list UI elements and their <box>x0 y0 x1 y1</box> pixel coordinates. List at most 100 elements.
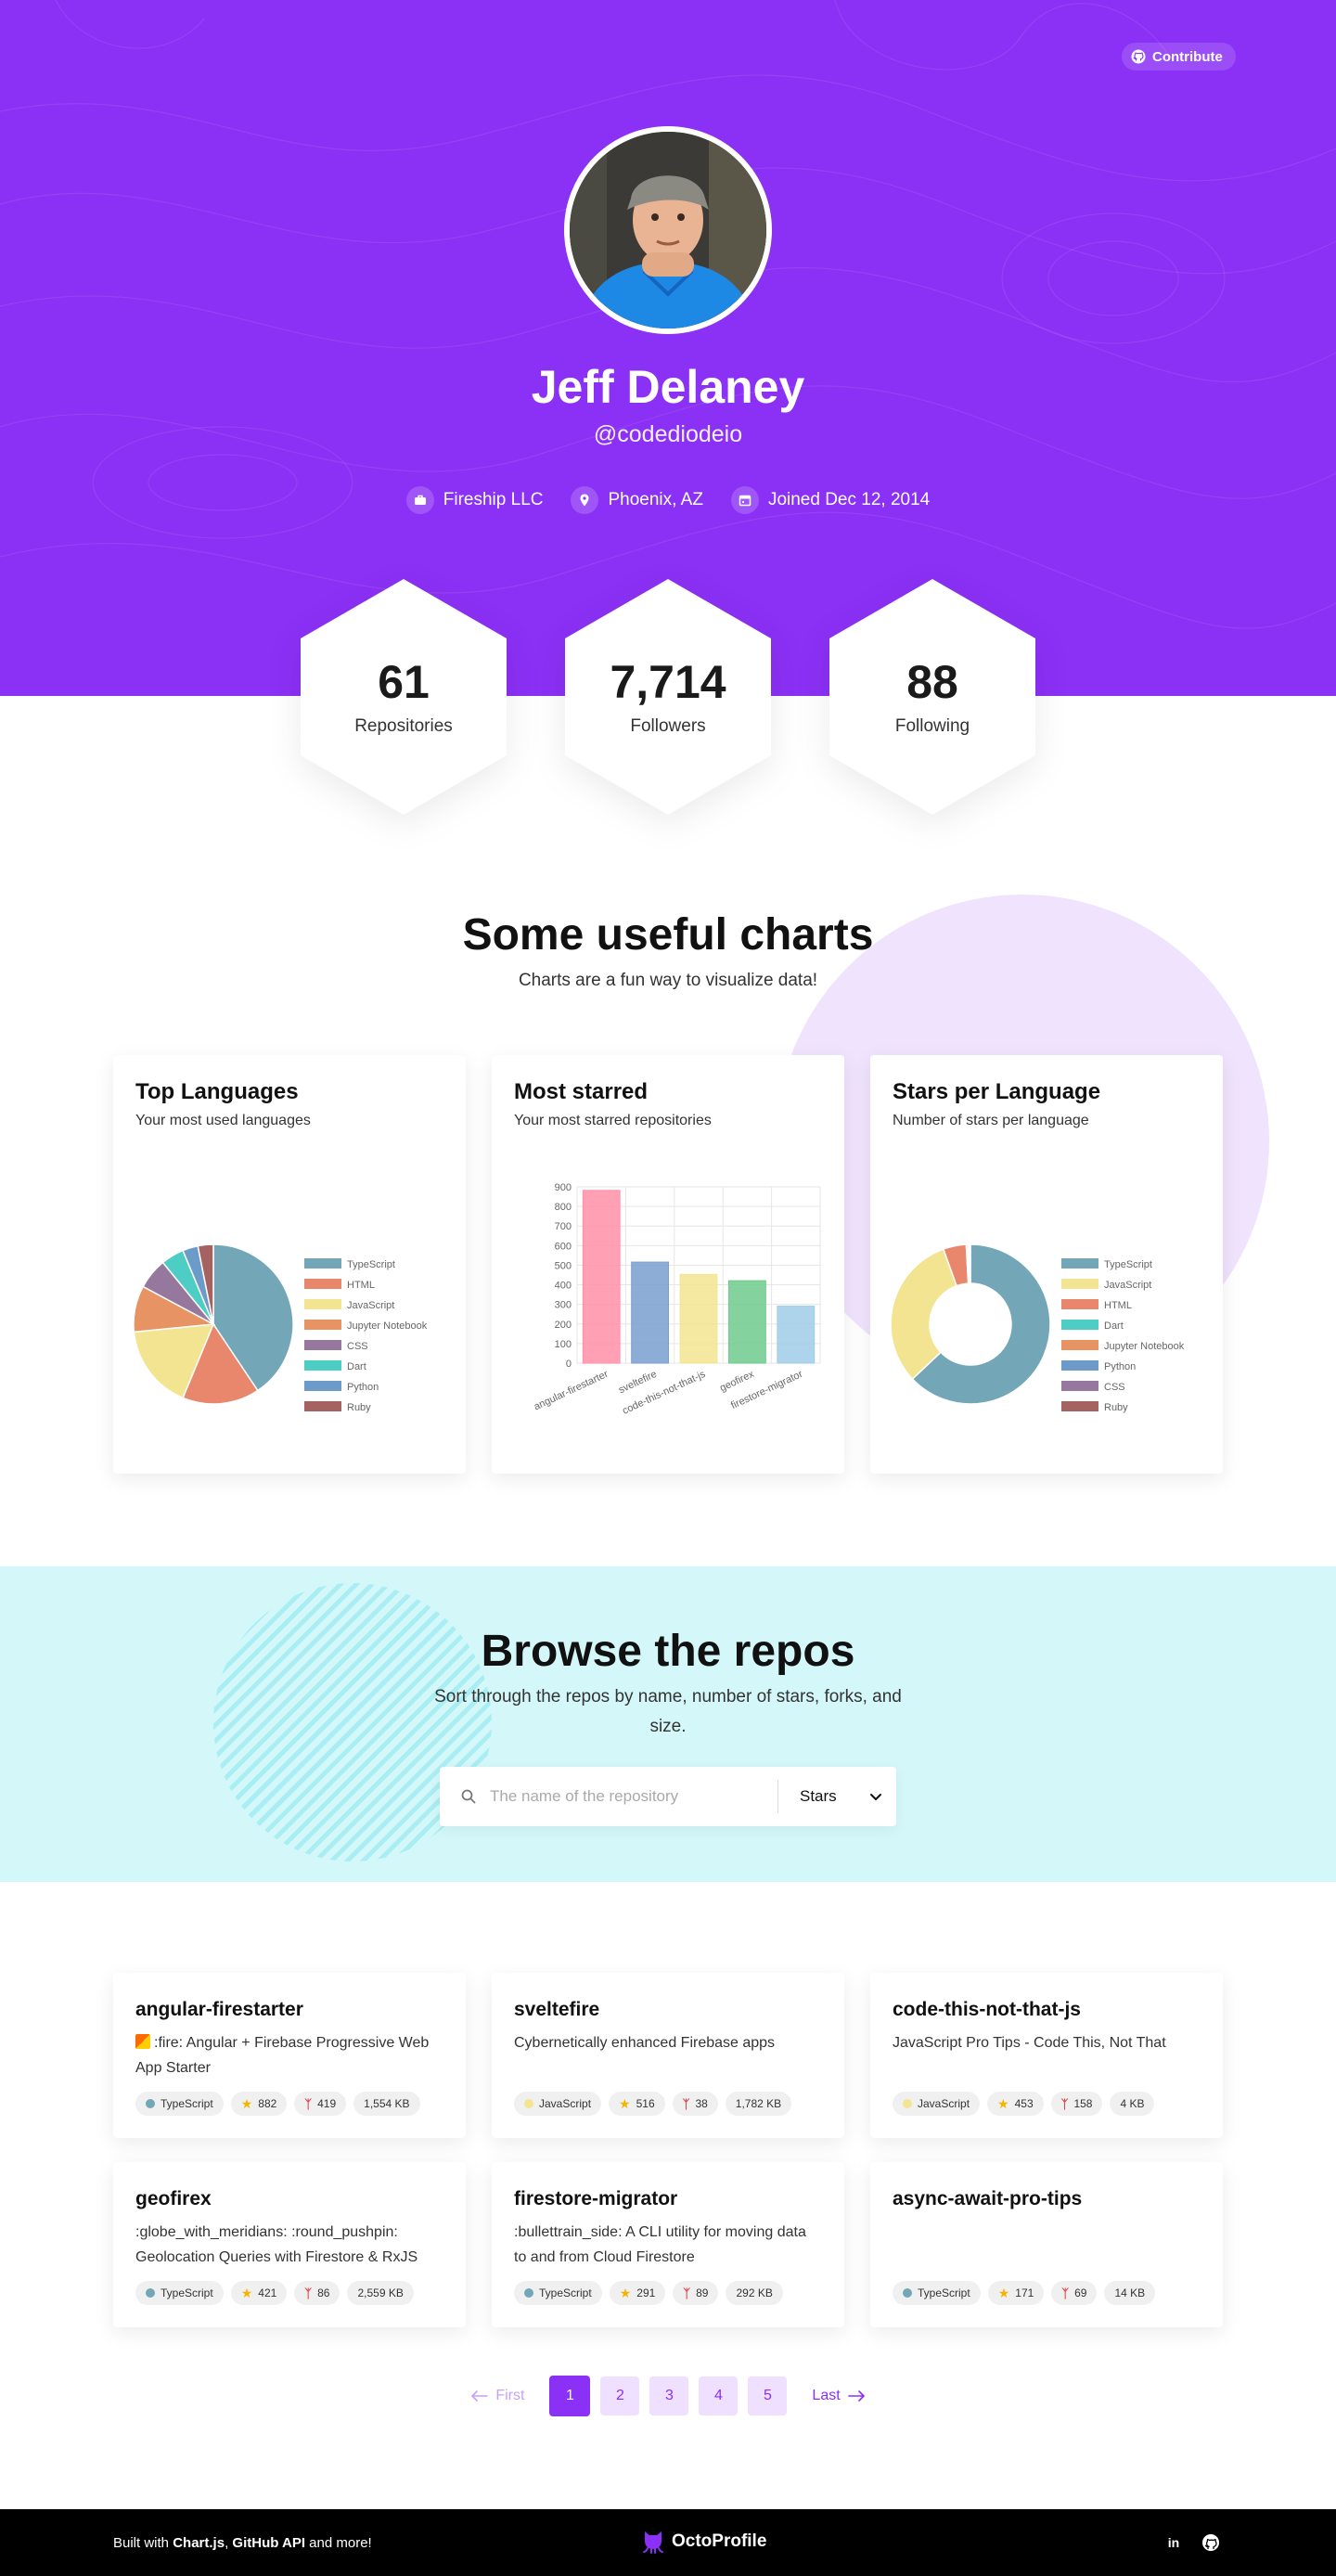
repo-card[interactable]: async-await-pro-tips TypeScript ★ 171 ᛉ 69… <box>870 2162 1223 2327</box>
charts-section: Some useful charts Charts are a fun way … <box>0 696 1336 1684</box>
y-tick-label: 200 <box>555 1320 572 1331</box>
language-color-dot <box>903 2288 912 2298</box>
chart-title: Stars per Language <box>893 1079 1101 1104</box>
pagination-last[interactable]: Last <box>797 2388 879 2404</box>
chevron-down-icon <box>870 1794 881 1800</box>
repo-name[interactable]: async-await-pro-tips <box>893 2188 1082 2210</box>
repo-stats: JavaScript ★ 453 ᛉ 158 4 KB <box>893 2092 1155 2116</box>
profile-meta: Fireship LLC Phoenix, AZ Joined Dec 12, … <box>0 486 1336 514</box>
page-button-2[interactable]: 2 <box>600 2376 640 2415</box>
forks-count: 38 <box>695 2097 708 2110</box>
legend-label: Dart <box>347 1361 366 1372</box>
repo-stats: TypeScript ★ 421 ᛉ 86 2,559 KB <box>135 2281 414 2305</box>
size-badge: 4 KB <box>1110 2092 1155 2116</box>
stars-badge: ★ 453 <box>987 2092 1044 2116</box>
built-suffix: and more! <box>305 2535 372 2551</box>
github-link[interactable] <box>1200 2531 1222 2554</box>
legend-swatch <box>304 1320 341 1330</box>
language-color-dot <box>146 2288 155 2298</box>
size-text: 1,554 KB <box>364 2097 410 2110</box>
y-tick-label: 800 <box>555 1202 572 1213</box>
legend-label: Python <box>1104 1361 1136 1372</box>
legend-swatch <box>1061 1360 1098 1371</box>
legend-swatch <box>304 1299 341 1309</box>
legend-swatch <box>1061 1258 1098 1269</box>
chart-subtitle: Your most used languages <box>135 1113 311 1128</box>
last-label: Last <box>812 2388 841 2403</box>
stars-count: 421 <box>258 2286 277 2299</box>
legend-swatch <box>304 1401 341 1411</box>
legend-swatch <box>1061 1401 1098 1411</box>
repo-name[interactable]: angular-firestarter <box>135 1999 303 2021</box>
repo-card[interactable]: geofirex :globe_with_meridians: :round_p… <box>113 2162 466 2327</box>
size-text: 292 KB <box>736 2286 773 2299</box>
bar-angular-firestarter <box>582 1190 621 1364</box>
repo-description-text: :fire: Angular + Firebase Progressive We… <box>135 2035 430 2076</box>
repo-name[interactable]: code-this-not-that-js <box>893 1999 1081 2021</box>
built-prefix: Built with <box>113 2535 173 2551</box>
stars-badge: ★ 421 <box>230 2281 288 2305</box>
fork-icon: ᛉ <box>683 2286 691 2300</box>
y-tick-label: 500 <box>555 1260 572 1271</box>
stars-badge: ★ 171 <box>987 2281 1045 2305</box>
legend-swatch <box>304 1360 341 1371</box>
fire-emoji-icon <box>135 2034 150 2049</box>
page-button-3[interactable]: 3 <box>649 2376 689 2415</box>
legend-swatch <box>1061 1320 1098 1330</box>
star-icon: ★ <box>619 2095 631 2111</box>
bar-sveltefire <box>631 1261 670 1364</box>
browse-section: Browse the repos Sort through the repos … <box>0 1566 1336 1882</box>
forks-count: 419 <box>317 2097 337 2110</box>
search-icon <box>461 1789 476 1804</box>
fork-icon: ᛉ <box>304 2096 313 2111</box>
language-text: TypeScript <box>918 2286 970 2299</box>
most-starred-bar-chart: 0 100 200 300 400 500 600 700 800 900 angular-fire… <box>533 1182 821 1417</box>
page-button-5[interactable]: 5 <box>748 2376 788 2415</box>
brand-logo[interactable]: OctoProfile <box>642 2530 766 2554</box>
page-button-1[interactable]: 1 <box>549 2376 591 2416</box>
fork-icon: ᛉ <box>682 2096 690 2111</box>
legend-label: Dart <box>1104 1320 1124 1332</box>
repo-stats: TypeScript ★ 882 ᛉ 419 1,554 KB <box>135 2092 420 2116</box>
stars-per-language-doughnut-chart: TypeScript JavaScript HTML Dart Jupyter Note… <box>890 1243 1185 1413</box>
forks-badge: ᛉ 69 <box>1051 2281 1098 2305</box>
sort-select[interactable]: Stars <box>800 1767 883 1826</box>
stars-badge: ★ 516 <box>609 2092 665 2116</box>
legend-label: Jupyter Notebook <box>1104 1341 1185 1352</box>
contribute-button[interactable]: Contribute <box>1122 43 1236 71</box>
repo-description-text: :bullettrain_side: A CLI utility for mov… <box>514 2224 806 2265</box>
forks-badge: ᛉ 38 <box>672 2092 718 2116</box>
company-text: Fireship LLC <box>443 490 544 509</box>
top-languages-pie-chart: TypeScript HTML JavaScript Jupyter Notebook… <box>133 1243 428 1413</box>
github-api-link[interactable]: GitHub API <box>232 2535 305 2551</box>
pagination-first[interactable]: First <box>456 2388 539 2404</box>
arrow-left-icon <box>471 2390 489 2402</box>
y-tick-label: 600 <box>555 1241 572 1252</box>
y-tick-label: 100 <box>555 1339 572 1350</box>
repo-name[interactable]: geofirex <box>135 2188 212 2210</box>
repo-card[interactable]: code-this-not-that-js JavaScript Pro Tip… <box>870 1973 1223 2138</box>
linkedin-link[interactable]: in <box>1163 2531 1185 2554</box>
search-input[interactable] <box>490 1787 768 1806</box>
arrow-right-icon <box>847 2390 865 2402</box>
repo-name[interactable]: sveltefire <box>514 1999 599 2021</box>
repo-description: Cybernetically enhanced Firebase apps <box>514 2030 820 2055</box>
chart-card-stars-per-language: Stars per Language Number of stars per l… <box>870 1055 1223 1474</box>
location-text: Phoenix, AZ <box>608 490 703 509</box>
charts-title: Some useful charts <box>462 910 874 960</box>
legend-label: Ruby <box>347 1402 371 1413</box>
legend-swatch <box>304 1381 341 1391</box>
size-badge: 292 KB <box>726 2281 783 2305</box>
repo-name[interactable]: firestore-migrator <box>514 2188 677 2210</box>
bar-geofirex <box>727 1280 766 1364</box>
repo-card[interactable]: firestore-migrator :bullettrain_side: A … <box>492 2162 844 2327</box>
repo-description: :globe_with_meridians: :round_pushpin: G… <box>135 2220 442 2270</box>
size-text: 4 KB <box>1120 2097 1145 2110</box>
repo-card[interactable]: sveltefire Cybernetically enhanced Fireb… <box>492 1973 844 2138</box>
bar-firestore-migrator <box>777 1306 816 1364</box>
chartjs-link[interactable]: Chart.js <box>173 2535 225 2551</box>
page-button-4[interactable]: 4 <box>699 2376 739 2415</box>
repo-description: :fire: Angular + Firebase Progressive We… <box>135 2030 442 2080</box>
repo-card[interactable]: angular-firestarter :fire: Angular + Fir… <box>113 1973 466 2138</box>
legend-label: HTML <box>1104 1300 1132 1311</box>
